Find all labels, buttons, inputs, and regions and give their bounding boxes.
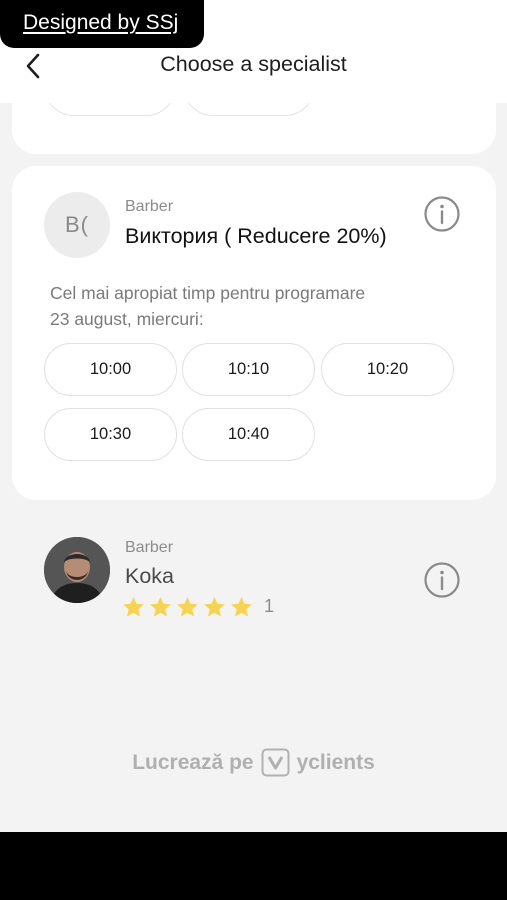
avatar: B( [44, 192, 110, 258]
page-title: Choose a specialist [160, 52, 347, 76]
star-icon [177, 596, 198, 617]
time-slot[interactable]: 10:20 [321, 343, 454, 396]
nearest-time-text: Cel mai apropiat timp pentru programare … [50, 280, 470, 332]
specialist-name: Виктория ( Reducere 20%) [125, 224, 387, 248]
star-icon [123, 596, 144, 617]
star-icon [204, 596, 225, 617]
footer-prefix: Lucrează pe [132, 750, 254, 774]
time-slot[interactable]: 10:30 [44, 408, 177, 461]
time-slot[interactable]: 10:10 [182, 343, 315, 396]
star-icon [150, 596, 171, 617]
yclients-logo-icon [261, 748, 290, 777]
powered-by-footer[interactable]: Lucrează pe yclients [0, 748, 507, 777]
rating-stars [121, 595, 254, 620]
info-icon[interactable] [423, 561, 461, 599]
footer-brand: yclients [296, 750, 375, 774]
review-count: 1 [264, 596, 275, 616]
star-icon [231, 596, 252, 617]
specialist-role: Barber [125, 539, 174, 556]
avatar-photo [44, 537, 110, 603]
info-icon[interactable] [423, 195, 461, 233]
screen: Choose a specialist Designed by SSj B( B… [0, 0, 507, 832]
time-slot[interactable]: 10:00 [44, 343, 177, 396]
specialist-role: Barber [125, 198, 174, 215]
nearest-time-label: Cel mai apropiat timp pentru programare [50, 283, 366, 303]
designed-by-text: Designed by SSj [23, 11, 179, 34]
specialist-name[interactable]: Koka [125, 564, 174, 589]
designed-by-badge: Designed by SSj [0, 0, 204, 48]
specialist-card[interactable]: B( Barber Виктория ( Reducere 20%) Cel m… [12, 166, 496, 500]
nearest-time-date: 23 august, miercuri: [50, 309, 204, 329]
avatar [44, 537, 110, 603]
bottom-bar [0, 832, 507, 900]
time-slot[interactable]: 10:40 [182, 408, 315, 461]
